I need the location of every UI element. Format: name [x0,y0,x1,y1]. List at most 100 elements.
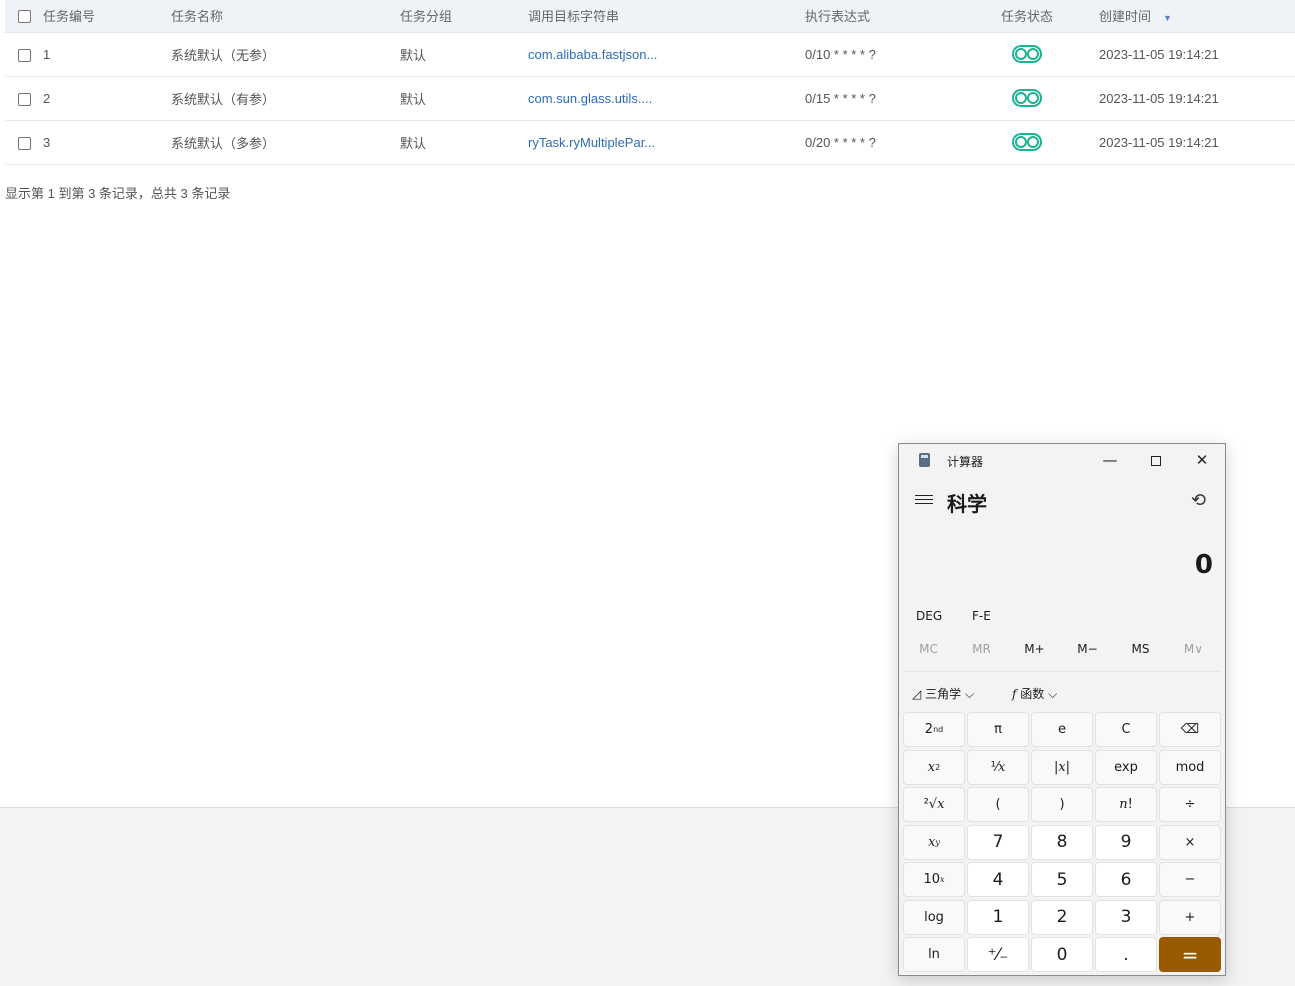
cell-job-group: 默认 [400,32,528,77]
digit-5-key[interactable]: 5 [1031,862,1093,897]
backspace-key[interactable]: ⌫ [1159,712,1221,747]
cell-job-group: 默认 [400,76,528,121]
euler-key[interactable]: e [1031,712,1093,747]
minus-key[interactable]: − [1159,862,1221,897]
exp-key[interactable]: exp [1095,749,1157,785]
select-all-checkbox[interactable] [18,10,31,24]
memory-subtract-button[interactable]: M− [1061,642,1114,656]
function-dropdown[interactable]: f 函数 ⌵ [1012,685,1057,702]
function-icon: f [1012,687,1017,701]
calculator-titlebar[interactable]: 计算器 — ✕ [899,444,1225,476]
sort-desc-icon[interactable]: ▼ [1163,13,1172,23]
header-cron-expression[interactable]: 执行表达式 [805,0,1001,33]
clear-key[interactable]: C [1095,712,1157,747]
angle-unit-button[interactable]: DEG [916,609,942,623]
cell-job-id: 3 [43,120,171,165]
digit-0-key[interactable]: 0 [1031,937,1093,972]
memory-add-button[interactable]: M+ [1008,642,1061,656]
pagination-summary: 显示第 1 到第 3 条记录，总共 3 条记录 [5,186,231,201]
cell-job-name: 系统默认（多参） [171,120,400,165]
header-invoke-target[interactable]: 调用目标字符串 [528,0,805,33]
history-icon[interactable]: ⟲ [1191,490,1206,511]
cell-create-time: 2023-11-05 19:14:21 [1099,120,1295,165]
hamburger-menu-icon[interactable] [915,492,933,506]
table-row: 1 系统默认（无参） 默认 com.alibaba.fastjson... 0/… [5,32,1295,77]
mod-key[interactable]: mod [1159,749,1221,785]
status-toggle[interactable] [1012,89,1042,107]
equals-key[interactable]: = [1159,937,1221,972]
log-key[interactable]: log [903,899,965,935]
calculator-title: 计算器 [947,455,984,469]
divide-key[interactable]: ÷ [1159,787,1221,822]
memory-store-button[interactable]: MS [1114,642,1167,656]
status-toggle[interactable] [1012,45,1042,63]
cell-cron-expression: 0/20 * * * * ? [805,120,1001,165]
ten-power-key[interactable]: 10 x [903,862,965,897]
job-table: 任务编号 任务名称 任务分组 调用目标字符串 执行表达式 任务状态 创建时间 ▼ … [5,0,1295,165]
digit-4-key[interactable]: 4 [967,862,1029,897]
cell-job-group: 默认 [400,120,528,165]
square-key[interactable]: x2 [903,749,965,785]
row-checkbox[interactable] [18,92,31,106]
calculator-app-icon [919,453,930,467]
row-checkbox[interactable] [18,136,31,150]
calculator-display: 0 [1194,550,1213,580]
digit-2-key[interactable]: 2 [1031,899,1093,935]
square-root-key[interactable]: ²√ x [903,787,965,822]
calculator-window: 计算器 — ✕ 科学 ⟲ 0 DEG F-E MC MR M+ M− MS M∨… [898,443,1226,976]
cell-create-time: 2023-11-05 19:14:21 [1099,76,1295,121]
digit-9-key[interactable]: 9 [1095,824,1157,860]
open-paren-key[interactable]: ( [967,787,1029,822]
table-row: 2 系统默认（有参） 默认 com.sun.glass.utils.... 0/… [5,76,1295,121]
header-create-time[interactable]: 创建时间 ▼ [1099,0,1295,33]
header-job-name[interactable]: 任务名称 [171,0,400,33]
cell-job-name: 系统默认（无参） [171,32,400,77]
cell-job-id: 1 [43,32,171,77]
decimal-key[interactable]: . [1095,937,1157,972]
row-checkbox[interactable] [18,48,31,62]
table-row: 3 系统默认（多参） 默认 ryTask.ryMultiplePar... 0/… [5,120,1295,165]
calculator-keypad: 2nd π e C ⌫ x2 ¹⁄ x | x | exp mod ²√ x ( ) n… [903,712,1223,972]
fe-button[interactable]: F-E [972,609,991,623]
header-job-status[interactable]: 任务状态 [1001,0,1099,33]
chevron-down-icon: ⌵ [1048,687,1058,701]
cell-invoke-target-link[interactable]: com.sun.glass.utils.... [528,91,652,106]
calculator-mode-title: 科学 [947,492,987,516]
absolute-value-key[interactable]: | x | [1031,749,1093,785]
factorial-key[interactable]: n! [1095,787,1157,822]
digit-1-key[interactable]: 1 [967,899,1029,935]
digit-8-key[interactable]: 8 [1031,824,1093,860]
memory-recall-button[interactable]: MR [955,642,1008,656]
maximize-button[interactable] [1136,448,1176,472]
cell-invoke-target-link[interactable]: com.alibaba.fastjson... [528,47,657,62]
triangle-ruler-icon: ◿ [912,687,922,701]
cell-create-time: 2023-11-05 19:14:21 [1099,32,1295,77]
close-button[interactable]: ✕ [1182,448,1222,472]
cell-invoke-target-link[interactable]: ryTask.ryMultiplePar... [528,135,655,150]
close-paren-key[interactable]: ) [1031,787,1093,822]
second-function-key[interactable]: 2nd [903,712,965,747]
reciprocal-key[interactable]: ¹⁄ x [967,749,1029,785]
cell-job-id: 2 [43,76,171,121]
multiply-key[interactable]: × [1159,824,1221,860]
memory-list-button[interactable]: M∨ [1167,642,1220,656]
memory-clear-button[interactable]: MC [902,642,955,656]
pi-key[interactable]: π [967,712,1029,747]
ln-key[interactable]: ln [903,937,965,972]
minimize-button[interactable]: — [1090,448,1130,472]
negate-key[interactable]: ⁺⁄₋ [967,937,1029,972]
status-toggle[interactable] [1012,133,1042,151]
memory-row: MC MR M+ M− MS M∨ [899,638,1225,662]
plus-key[interactable]: + [1159,899,1221,935]
angle-mode-row: DEG F-E [899,606,1225,628]
trigonometry-dropdown[interactable]: ◿ 三角学 ⌵ [912,685,974,702]
power-key[interactable]: xy [903,824,965,860]
header-job-id[interactable]: 任务编号 [43,0,171,33]
maximize-icon [1151,455,1161,466]
cell-cron-expression: 0/15 * * * * ? [805,76,1001,121]
header-job-group[interactable]: 任务分组 [400,0,528,33]
divider [903,671,1221,672]
digit-3-key[interactable]: 3 [1095,899,1157,935]
digit-6-key[interactable]: 6 [1095,862,1157,897]
digit-7-key[interactable]: 7 [967,824,1029,860]
